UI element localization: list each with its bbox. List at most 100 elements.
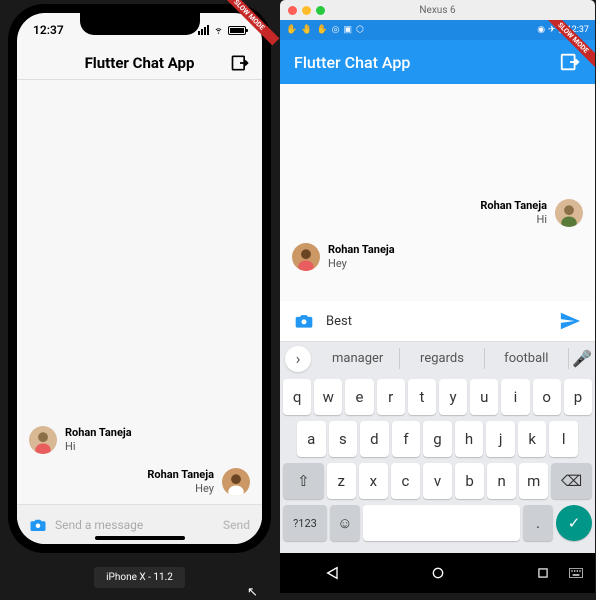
key-n[interactable]: n: [487, 463, 516, 499]
nav-back-icon[interactable]: [324, 564, 342, 582]
android-app-bar: Flutter Chat App: [280, 40, 595, 84]
suggestion[interactable]: football: [485, 348, 569, 369]
exit-icon[interactable]: [559, 51, 581, 73]
message-content: Rohan Taneja Hi: [65, 426, 132, 453]
message-body: Hey: [328, 257, 395, 270]
chat-message: Rohan Taneja Hey: [292, 243, 395, 271]
keyboard-row: ?123 ☺ . ✓: [283, 505, 592, 541]
key-k[interactable]: k: [518, 421, 547, 457]
hand-icon: ✋: [286, 25, 297, 35]
android-emulator: Nexus 6 SLOW MODE ✋🤚✋ ◎▣⬡ ◉✈ ▮12:37 Flut…: [280, 0, 595, 593]
ios-title: Flutter Chat App: [85, 54, 195, 72]
device-label: iPhone X - 11.2: [8, 565, 271, 584]
camera-icon[interactable]: [29, 516, 47, 534]
wifi-icon: [212, 25, 225, 35]
key-d[interactable]: d: [360, 421, 389, 457]
ios-time: 12:37: [33, 23, 64, 37]
avatar: [555, 199, 583, 227]
emulator-titlebar: Nexus 6: [280, 0, 595, 20]
avatar: [222, 468, 250, 496]
sender-name: Rohan Taneja: [65, 426, 132, 439]
key-a[interactable]: a: [297, 421, 326, 457]
ios-chat-area: Rohan Taneja Hi Rohan Taneja Hey: [17, 80, 262, 504]
key-period[interactable]: .: [523, 505, 553, 541]
exit-icon[interactable]: [230, 53, 250, 73]
key-w[interactable]: w: [314, 379, 342, 415]
app-icon: ⬡: [356, 25, 364, 35]
signal-icon: [198, 25, 209, 35]
hand-icon: 🤚: [301, 25, 312, 35]
key-c[interactable]: c: [391, 463, 420, 499]
mouse-cursor: ↖: [247, 585, 258, 600]
android-screen: SLOW MODE ✋🤚✋ ◎▣⬡ ◉✈ ▮12:37 Flutter Chat…: [280, 20, 595, 593]
chat-message: Rohan Taneja Hey: [147, 468, 250, 496]
key-o[interactable]: o: [533, 379, 561, 415]
window-controls[interactable]: [280, 6, 325, 15]
key-e[interactable]: e: [345, 379, 373, 415]
ios-status-right: [198, 25, 246, 35]
iphone-frame: SLOW MODE 12:37 Flutter Chat App R: [8, 4, 271, 553]
key-h[interactable]: h: [455, 421, 484, 457]
android-nav-bar: [280, 553, 595, 593]
message-content: Rohan Taneja Hi: [480, 199, 547, 226]
key-u[interactable]: u: [470, 379, 498, 415]
iphone-emulator: SLOW MODE 12:37 Flutter Chat App R: [8, 4, 271, 584]
sender-name: Rohan Taneja: [147, 468, 214, 481]
key-b[interactable]: b: [455, 463, 484, 499]
camera-icon[interactable]: [294, 311, 314, 331]
key-i[interactable]: i: [501, 379, 529, 415]
send-icon[interactable]: [559, 310, 581, 332]
key-x[interactable]: x: [359, 463, 388, 499]
key-f[interactable]: f: [392, 421, 421, 457]
keyboard-row: q w e r t y u i o p: [283, 379, 592, 415]
avatar: [292, 243, 320, 271]
key-q[interactable]: q: [283, 379, 311, 415]
home-indicator[interactable]: [95, 536, 185, 540]
key-l[interactable]: l: [549, 421, 578, 457]
send-button[interactable]: Send: [223, 518, 250, 532]
key-s[interactable]: s: [329, 421, 358, 457]
chat-message: Rohan Taneja Hi: [480, 199, 583, 227]
key-v[interactable]: v: [423, 463, 452, 499]
keyboard-suggestions: › manager regards football 🎤: [280, 341, 595, 375]
notch: [80, 13, 200, 35]
max-dot[interactable]: [316, 6, 325, 15]
keyboard-row: a s d f g h j k l: [283, 421, 592, 457]
app-icon: ▣: [344, 25, 353, 35]
key-emoji[interactable]: ☺: [330, 505, 360, 541]
message-content: Rohan Taneja Hey: [147, 468, 214, 495]
message-input[interactable]: Best: [326, 314, 547, 329]
chevron-right-icon[interactable]: ›: [285, 346, 311, 372]
key-m[interactable]: m: [519, 463, 548, 499]
key-r[interactable]: r: [377, 379, 405, 415]
android-input-bar: Best: [280, 301, 595, 341]
min-dot[interactable]: [302, 6, 311, 15]
key-p[interactable]: p: [564, 379, 592, 415]
close-dot[interactable]: [288, 6, 297, 15]
circle-icon: ◉: [537, 25, 545, 35]
key-space[interactable]: [363, 505, 520, 541]
mic-icon[interactable]: 🎤: [569, 349, 595, 368]
chrome-icon: ◎: [332, 25, 340, 35]
android-title: Flutter Chat App: [294, 53, 410, 72]
emulator-name: Nexus 6: [419, 5, 455, 16]
nav-home-icon[interactable]: [429, 564, 447, 582]
keyboard: q w e r t y u i o p a s d f g h j k l: [280, 375, 595, 553]
key-t[interactable]: t: [408, 379, 436, 415]
key-backspace[interactable]: ⌫: [551, 463, 592, 499]
message-input[interactable]: Send a message: [55, 518, 215, 532]
key-y[interactable]: y: [439, 379, 467, 415]
suggestion[interactable]: regards: [400, 348, 484, 369]
message-body: Hi: [480, 213, 547, 226]
key-z[interactable]: z: [327, 463, 356, 499]
key-g[interactable]: g: [423, 421, 452, 457]
key-symbols[interactable]: ?123: [283, 505, 327, 541]
key-j[interactable]: j: [486, 421, 515, 457]
nav-recent-icon[interactable]: [534, 564, 552, 582]
message-body: Hi: [65, 440, 132, 453]
android-chat-area: Rohan Taneja Hi Rohan Taneja Hey: [280, 84, 595, 301]
key-enter[interactable]: ✓: [556, 505, 592, 541]
suggestion[interactable]: manager: [316, 348, 400, 369]
nav-keyboard-icon[interactable]: [567, 564, 585, 582]
key-shift[interactable]: ⇧: [283, 463, 324, 499]
